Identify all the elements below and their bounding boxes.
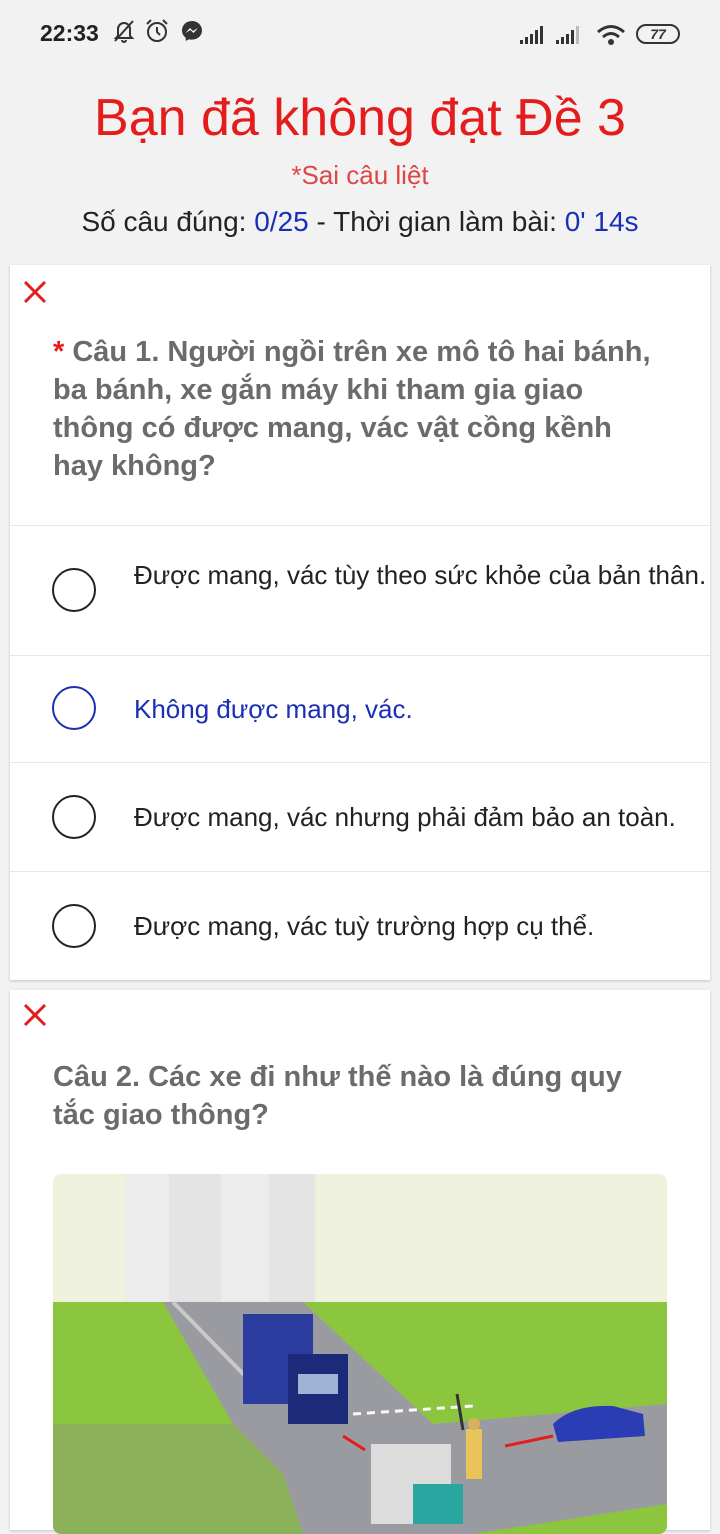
time-value: 0' 14s — [564, 206, 639, 237]
answer-option[interactable]: Được mang, vác tùy theo sức khỏe của bản… — [10, 526, 710, 655]
signal-icon — [520, 26, 543, 44]
question-text: Câu 2. Các xe đi như thế nào là đúng quy… — [53, 1061, 622, 1131]
result-title: Bạn đã không đạt Đề 3 — [94, 89, 626, 147]
answer-option-selected[interactable]: Không được mang, vác. — [10, 656, 710, 762]
radio-button[interactable] — [52, 568, 96, 612]
answer-option[interactable]: Được mang, vác nhưng phải đảm bảo an toà… — [10, 763, 710, 871]
signal-icon — [556, 26, 579, 44]
battery-icon: 77 — [636, 24, 680, 44]
answer-text: Được mang, vác tuỳ trường hợp cụ thể. — [134, 911, 595, 941]
alarm-icon — [146, 19, 168, 42]
result-note: *Sai câu liệt — [291, 160, 429, 190]
radio-button[interactable] — [52, 904, 96, 948]
question-text: * Câu 1. Người ngồi trên xe mô tô hai bá… — [53, 333, 653, 485]
status-bar: 22:33 77 — [0, 0, 720, 62]
answer-text: Được mang, vác nhưng phải đảm bảo an toà… — [134, 802, 676, 832]
result-header: Bạn đã không đạt Đề 3 *Sai câu liệt Số c… — [0, 62, 720, 262]
radio-button[interactable] — [52, 795, 96, 839]
messenger-icon — [182, 21, 202, 41]
notifications-off-icon — [113, 20, 135, 43]
radio-button-selected[interactable] — [52, 686, 96, 730]
answer-option[interactable]: Được mang, vác tuỳ trường hợp cụ thể. — [10, 872, 710, 980]
wifi-icon — [597, 25, 625, 45]
answer-text: Được mang, vác tùy theo sức khỏe của bản… — [134, 560, 707, 590]
question-card: * Câu 1. Người ngồi trên xe mô tô hai bá… — [10, 265, 710, 980]
required-mark: * — [53, 336, 73, 368]
wrong-answer-icon — [23, 1003, 47, 1027]
score-value: 0/25 — [254, 206, 309, 237]
score-label: Số câu đúng: — [81, 206, 255, 237]
question-label: Câu 1. Người ngồi trên xe mô tô hai bánh… — [53, 336, 651, 482]
traffic-scene-image — [53, 1174, 667, 1534]
status-time: 22:33 — [40, 20, 99, 46]
result-summary: Số câu đúng: 0/25 - Thời gian làm bài: 0… — [0, 206, 720, 238]
white-truck — [371, 1444, 463, 1524]
wrong-answer-icon — [23, 280, 47, 304]
answer-text: Không được mang, vác. — [134, 694, 413, 724]
time-label: - Thời gian làm bài: — [308, 206, 565, 237]
question-card: Câu 2. Các xe đi như thế nào là đúng quy… — [10, 990, 710, 1534]
